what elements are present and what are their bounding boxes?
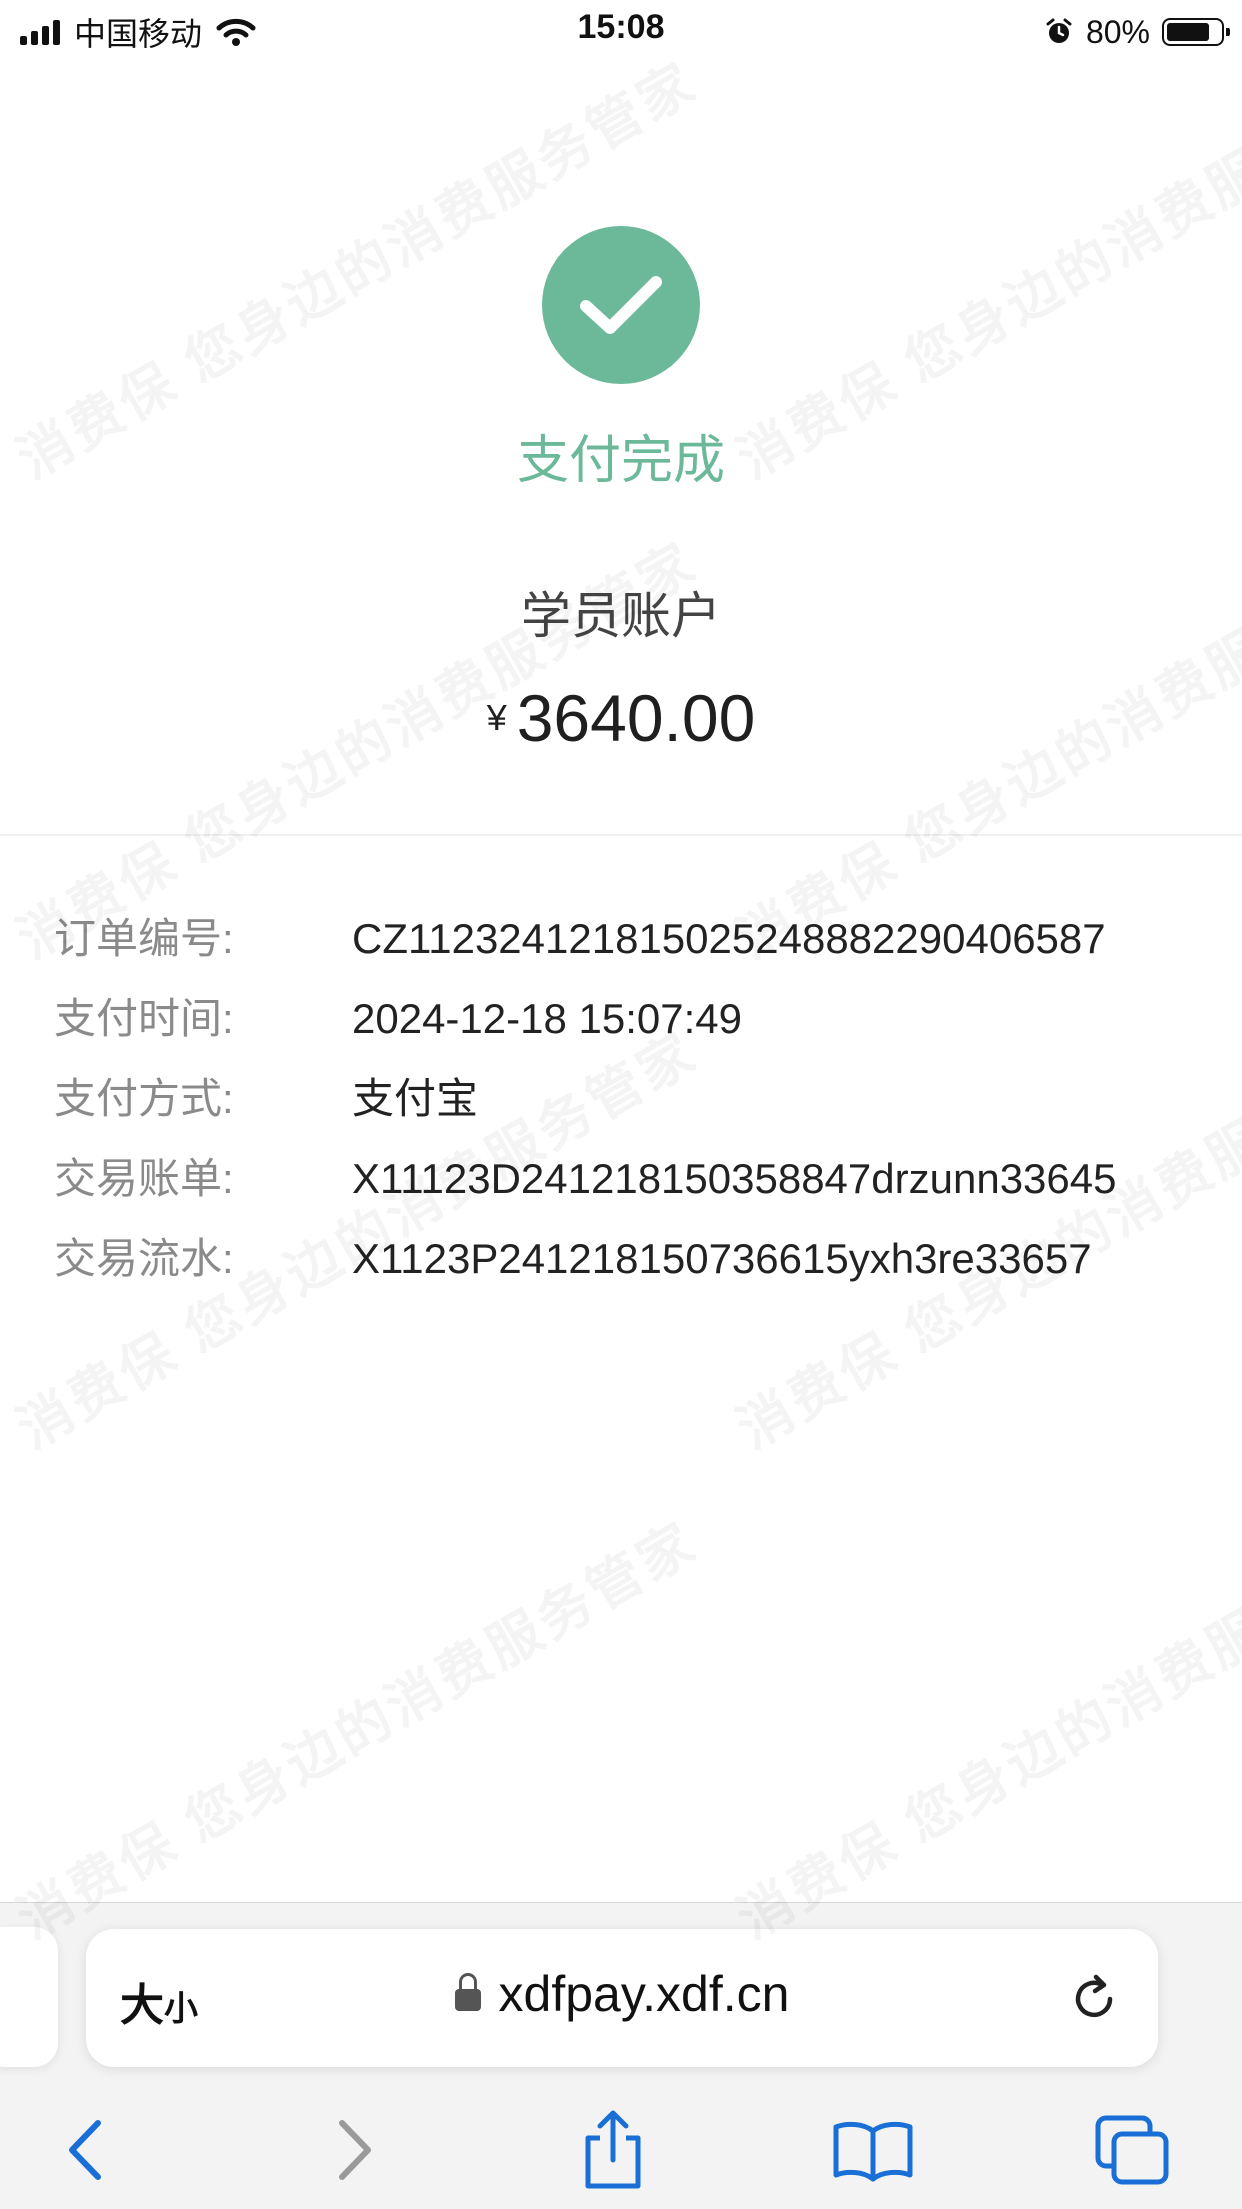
back-icon — [69, 2120, 101, 2180]
forward-icon — [339, 2120, 371, 2180]
battery-icon — [1162, 18, 1230, 46]
status-bar: 中国移动 15:08 80% — [0, 0, 1242, 62]
bookmarks-icon — [833, 2121, 913, 2182]
account-label: 学员账户 — [521, 588, 721, 644]
transaction-bill-value: X11123D241218150358847drzunn33645 — [352, 1155, 1117, 1202]
back-button[interactable] — [40, 2105, 130, 2195]
payment-details: 订单编号: CZ112324121815025248882290406587 支… — [54, 914, 1194, 1314]
share-icon — [585, 2110, 641, 2189]
tabs-button[interactable] — [1088, 2105, 1178, 2195]
divider — [0, 834, 1242, 836]
tabs-icon — [1095, 2115, 1169, 2185]
detail-label: 交易账单: — [54, 1155, 234, 1202]
browser-toolbar — [0, 2099, 1242, 2199]
url-text: xdfpay.xdf.cn — [498, 1966, 790, 2022]
detail-label: 订单编号: — [54, 915, 234, 962]
detail-label: 支付方式: — [54, 1075, 234, 1122]
success-check-icon — [542, 226, 700, 384]
detail-row-payment-method: 支付方式: 支付宝 — [54, 1074, 1194, 1124]
watermark-text: 消费保 您身边的消费服务管家 — [0, 1499, 709, 1954]
alarm-icon — [1046, 18, 1072, 43]
detail-label: 支付时间: — [54, 995, 234, 1042]
payment-status-title: 支付完成 — [516, 432, 725, 490]
detail-label: 交易流水: — [54, 1235, 234, 1282]
share-button[interactable] — [568, 2105, 658, 2195]
bookmarks-button[interactable] — [828, 2105, 918, 2195]
forward-button[interactable] — [310, 2105, 400, 2195]
watermark-text: 消费保 您身边的消费服务管家 — [720, 1499, 1242, 1954]
payment-time-value: 2024-12-18 15:07:49 — [352, 995, 742, 1042]
detail-row-order-number: 订单编号: CZ112324121815025248882290406587 — [54, 914, 1194, 964]
order-number-value: CZ112324121815025248882290406587 — [352, 915, 1106, 962]
battery-fill — [1167, 23, 1209, 41]
previous-tab-card[interactable] — [0, 1927, 58, 2067]
currency-symbol: ¥ — [486, 697, 507, 738]
battery-percent: 80% — [1085, 13, 1150, 50]
detail-row-transaction-serial: 交易流水: X1123P241218150736615yxh3re33657 — [54, 1234, 1194, 1284]
amount-display: ¥3640.00 — [0, 680, 1242, 756]
url-display[interactable]: xdfpay.xdf.cn — [86, 1965, 1158, 2023]
address-bar[interactable]: 大小 xdfpay.xdf.cn — [86, 1929, 1158, 2067]
lock-icon — [454, 1973, 481, 2011]
transaction-serial-value: X1123P241218150736615yxh3re33657 — [352, 1235, 1092, 1282]
detail-row-payment-time: 支付时间: 2024-12-18 15:07:49 — [54, 994, 1194, 1044]
amount-value: 3640.00 — [516, 681, 756, 755]
browser-bottom-bar: 大小 xdfpay.xdf.cn — [0, 1902, 1242, 2209]
reload-icon[interactable] — [1066, 1971, 1122, 2027]
payment-method-value: 支付宝 — [352, 1075, 479, 1122]
detail-row-transaction-bill: 交易账单: X11123D241218150358847drzunn33645 — [54, 1154, 1194, 1204]
